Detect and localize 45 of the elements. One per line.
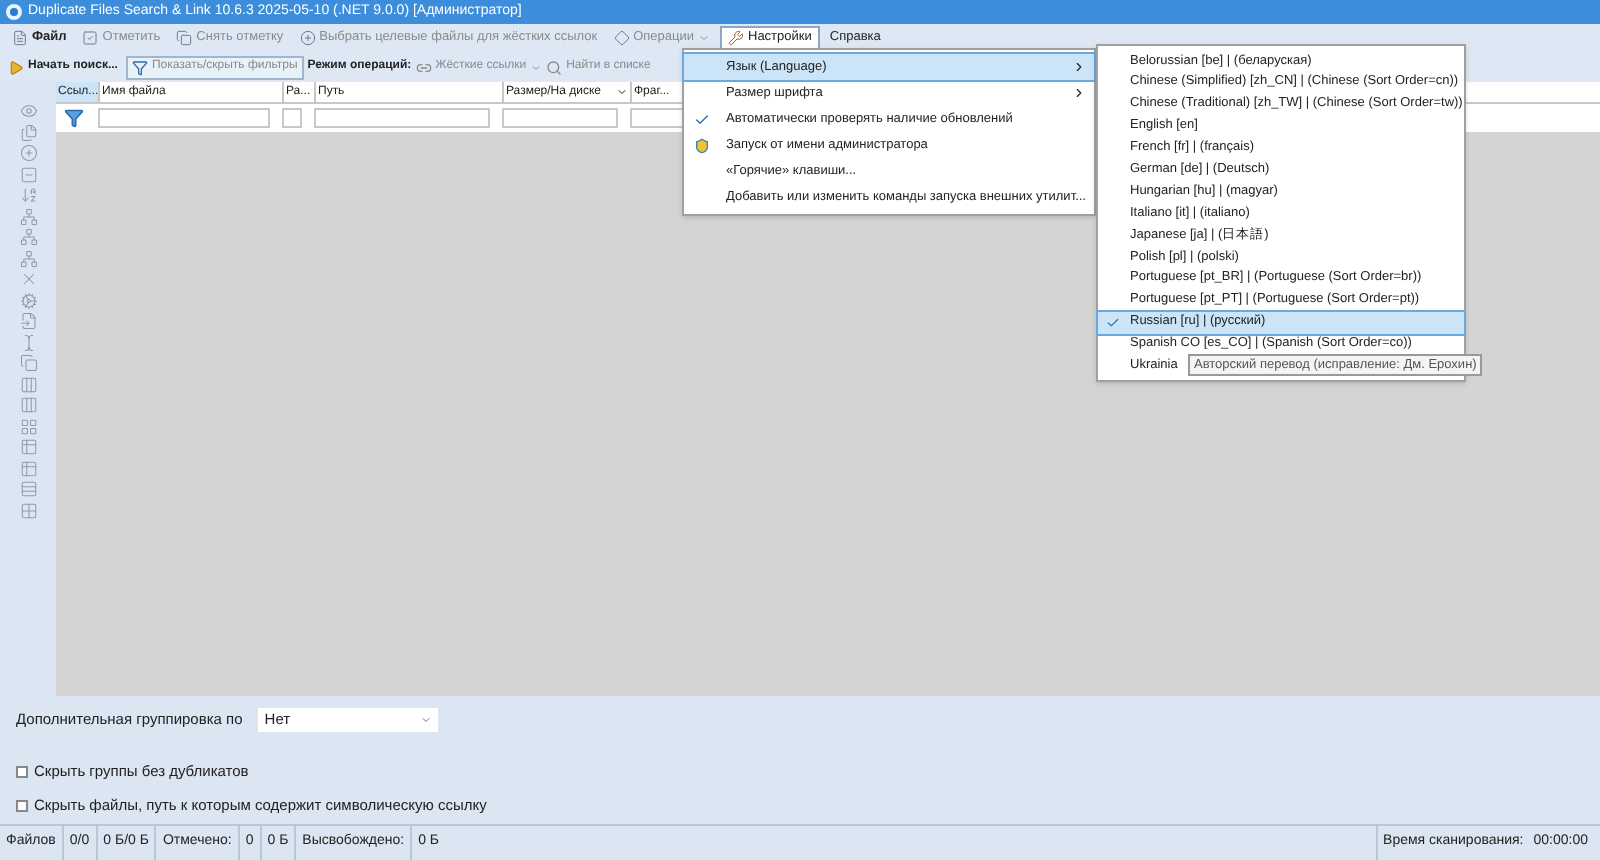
caret-icon: [420, 714, 433, 726]
close-icon[interactable]: [19, 270, 37, 288]
tree-icon[interactable]: [19, 207, 37, 225]
checkbox[interactable]: [16, 799, 28, 812]
shield-icon: [694, 137, 710, 153]
caret-icon: [698, 32, 710, 44]
check-icon: [694, 111, 710, 127]
tree-icon[interactable]: [19, 228, 37, 246]
filter-icon[interactable]: [64, 108, 84, 128]
copy-icon[interactable]: [19, 354, 37, 372]
files-icon[interactable]: [19, 123, 37, 141]
copy-icon: [176, 30, 193, 46]
minus-square-icon[interactable]: [19, 165, 37, 183]
diamond-icon: [613, 30, 630, 46]
checkbox[interactable]: [16, 765, 28, 778]
app-logo-icon: [6, 4, 22, 20]
table-icon[interactable]: [19, 438, 37, 456]
plus-circle-icon[interactable]: [19, 144, 37, 162]
eye-icon[interactable]: [19, 102, 37, 120]
caret-icon: [530, 61, 543, 73]
filter-icon: [131, 59, 148, 75]
wrench-icon: [728, 30, 744, 46]
columns-icon[interactable]: [19, 375, 37, 393]
play-icon: [8, 59, 24, 75]
filter-field[interactable]: [502, 108, 618, 128]
check-icon: [1106, 315, 1120, 330]
gear-icon[interactable]: [19, 291, 37, 309]
filter-field[interactable]: [282, 108, 302, 128]
checkbox-icon: [82, 30, 99, 46]
rows-icon[interactable]: [19, 480, 37, 498]
table-icon[interactable]: [19, 459, 37, 477]
caret-icon: [616, 86, 628, 98]
filter-field[interactable]: [98, 108, 270, 128]
plus-circle-icon: [299, 30, 316, 46]
filter-field[interactable]: [314, 108, 490, 128]
link-icon: [415, 59, 432, 75]
grid-icon[interactable]: [19, 417, 37, 435]
blocks-icon[interactable]: [19, 501, 37, 519]
columns-icon[interactable]: [19, 396, 37, 414]
sort-icon[interactable]: [19, 186, 37, 204]
text-icon[interactable]: [19, 333, 37, 351]
tree-icon[interactable]: [19, 249, 37, 267]
search-icon: [546, 59, 563, 75]
document-icon: [12, 30, 28, 46]
file-arrow-icon[interactable]: [19, 312, 37, 330]
